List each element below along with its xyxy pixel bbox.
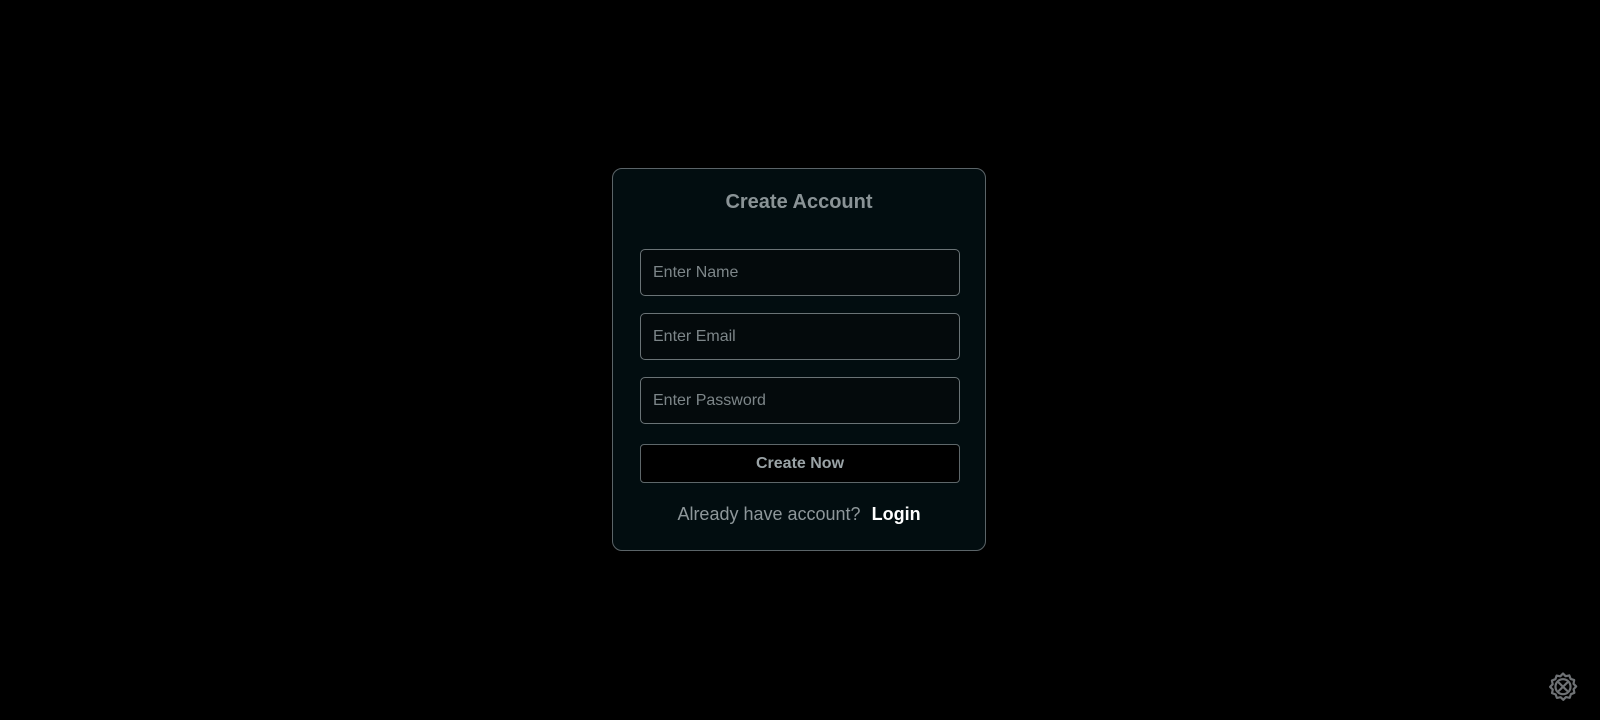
- page: Create Account Create Now Already have a…: [0, 0, 1600, 720]
- email-input[interactable]: [640, 313, 960, 360]
- form-title: Create Account: [725, 191, 873, 213]
- login-prompt: Already have account? Login: [613, 503, 985, 525]
- create-now-button[interactable]: Create Now: [640, 444, 960, 483]
- create-account-card: Create Account Create Now Already have a…: [612, 168, 986, 551]
- login-link[interactable]: Login: [872, 504, 921, 524]
- settings-tools-icon[interactable]: [1546, 670, 1580, 704]
- settings-tools-icon-graphic: [1549, 672, 1578, 701]
- password-input[interactable]: [640, 377, 960, 424]
- login-prompt-text: Already have account?: [677, 504, 861, 524]
- name-input[interactable]: [640, 249, 960, 296]
